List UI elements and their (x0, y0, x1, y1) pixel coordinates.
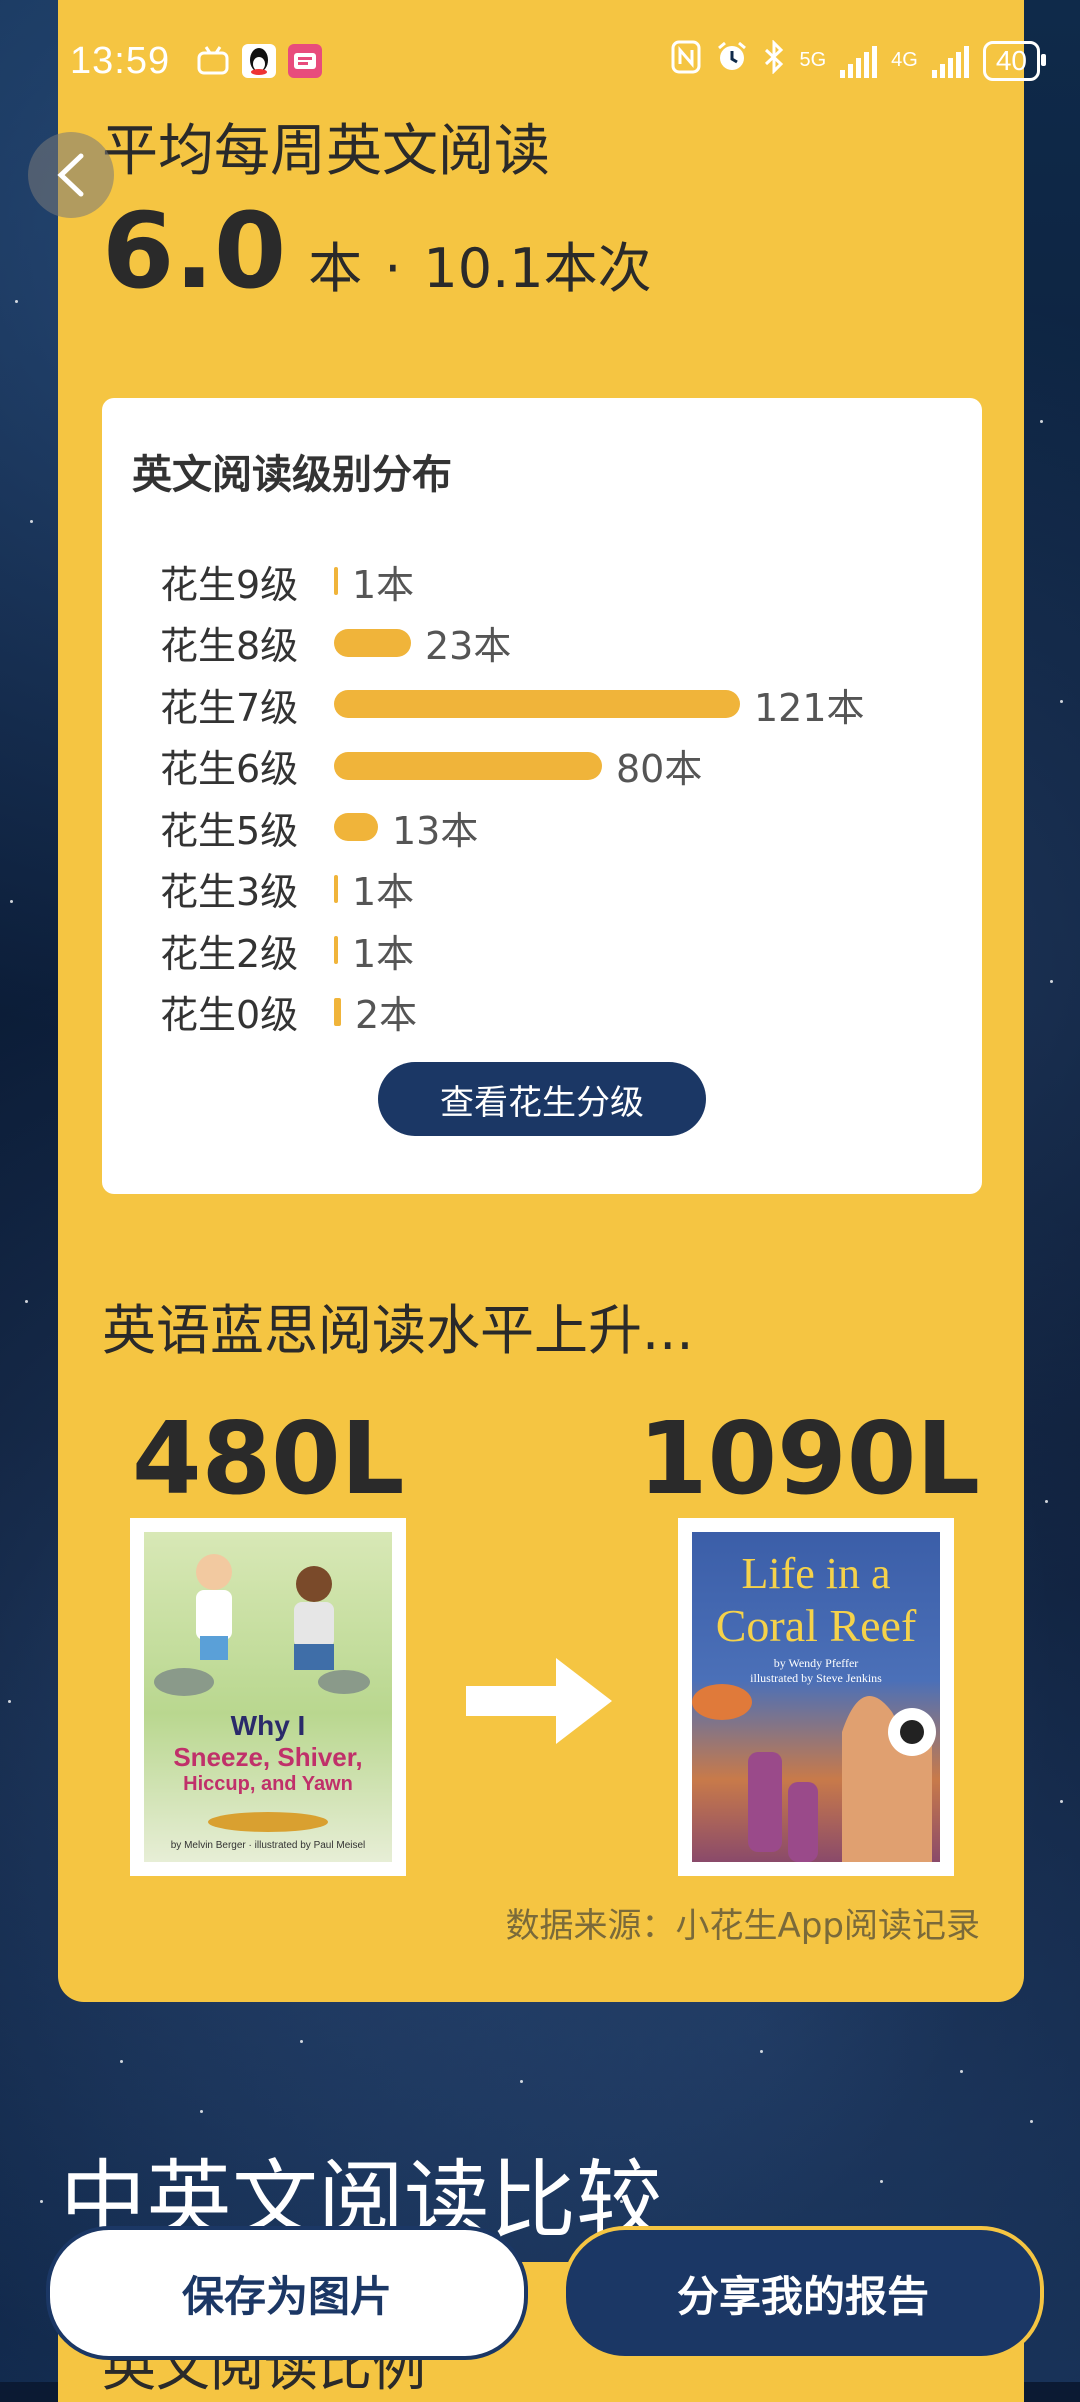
signal-4g-icon (931, 44, 969, 78)
lexile-to-level: 1090L (637, 1400, 980, 1517)
signal-4g-label: 4G (891, 49, 918, 71)
save-image-button[interactable]: 保存为图片 (46, 2226, 528, 2360)
star (25, 1300, 28, 1303)
star (1060, 700, 1063, 703)
level-row: 花生8级 23本 (160, 618, 511, 668)
star (40, 2200, 43, 2203)
star (1050, 980, 1053, 983)
app-notification-icon (288, 44, 322, 78)
level-row: 花生2级 1本 (160, 925, 415, 976)
level-bar (334, 628, 411, 657)
level-row: 花生3级 1本 (160, 864, 414, 914)
status-time: 13:59 (70, 40, 171, 82)
signal-5g-icon (840, 44, 878, 78)
bluetooth-icon (763, 39, 785, 81)
level-count: 121本 (754, 685, 865, 730)
from-book-title-line2: Sneeze, Shiver, (173, 1742, 363, 1772)
notification-icons (196, 44, 322, 78)
alarm-icon (715, 40, 749, 81)
level-bar (334, 997, 341, 1026)
level-distribution-title: 英文阅读级别分布 (132, 452, 452, 498)
lexile-from-level: 480L (132, 1400, 405, 1517)
star (120, 2060, 123, 2063)
star (8, 1700, 11, 1703)
to-book-title-line1: Life in a (741, 1549, 891, 1598)
battery-indicator: 40 (982, 40, 1047, 81)
level-count: 23本 (425, 624, 512, 668)
level-label: 花生6级 (160, 747, 299, 791)
qq-icon (242, 44, 276, 78)
star (10, 900, 13, 903)
level-label: 花生8级 (160, 624, 299, 668)
level-bar (334, 690, 740, 718)
level-count: 1本 (352, 562, 415, 607)
star (1060, 1800, 1063, 1803)
chevron-left-icon (57, 153, 84, 197)
from-book-credit: by Melvin Berger · illustrated by Paul M… (170, 1840, 366, 1851)
share-report-button[interactable]: 分享我的报告 (562, 2226, 1044, 2360)
level-row: 花生0级 2本 (160, 987, 417, 1037)
view-levels-button[interactable]: 查看花生分级 (378, 1062, 706, 1136)
status-bar: 13:59 5G 4G 40 (0, 0, 1080, 120)
star (760, 2050, 763, 2053)
star (1045, 1500, 1048, 1503)
weekly-reading-stats: 6.0 本 · 10.1本次 (102, 190, 652, 312)
level-count: 1本 (352, 931, 415, 976)
star (15, 300, 18, 303)
star (1040, 420, 1043, 423)
star (200, 2110, 203, 2113)
star (300, 2040, 303, 2043)
level-count: 80本 (616, 747, 703, 791)
level-label: 花生9级 (160, 562, 299, 607)
level-label: 花生7级 (160, 685, 299, 730)
signal-5g-label: 5G (799, 49, 827, 71)
from-book-title-line1: Why I (230, 1710, 306, 1741)
lexile-heading: 英语蓝思阅读水平上升... (102, 1299, 694, 1362)
level-count: 13本 (392, 808, 479, 853)
level-row: 花生5级 13本 (160, 802, 479, 853)
level-bar (334, 751, 602, 780)
to-book-credit1: by Wendy Pfeffer (773, 1656, 859, 1670)
level-label: 花生2级 (160, 931, 299, 976)
level-bar (334, 874, 338, 903)
report-card: 平均每周英文阅读 6.0 本 · 10.1本次 英文阅读级别分布 花生9级 1本花… (58, 0, 1024, 2002)
level-distribution-panel: 英文阅读级别分布 花生9级 1本 花生8级 23本 花生7级 121本 花生6级 80本 花生5… (102, 398, 982, 1194)
star (1030, 2120, 1033, 2123)
to-book-credit2: illustrated by Steve Jenkins (750, 1671, 882, 1685)
from-book-cover: Why I Sneeze, Shiver, Hiccup, and Yawn b… (130, 1518, 406, 1876)
star (30, 520, 33, 523)
level-bar (334, 567, 338, 595)
level-bar (334, 813, 378, 841)
progress-arrow-icon (466, 1658, 612, 1748)
battery-level: 40 (995, 44, 1027, 76)
bilibili-tv-icon (196, 44, 230, 78)
back-button[interactable] (28, 132, 114, 218)
to-book-cover: Life in a Coral Reef by Wendy Pfeffer il… (678, 1518, 954, 1876)
level-row: 花生9级 1本 (160, 556, 415, 607)
to-book-title-line2: Coral Reef (715, 1600, 917, 1651)
stats-separator: · (384, 237, 402, 300)
books-per-week-value: 6.0 (102, 190, 287, 312)
reading-sessions-value: 10.1本次 (423, 237, 652, 300)
nfc-icon (671, 40, 701, 81)
level-label: 花生3级 (160, 870, 299, 914)
level-label: 花生0级 (160, 993, 299, 1037)
level-count: 1本 (352, 870, 415, 914)
books-unit: 本 (308, 237, 363, 300)
level-row: 花生6级 80本 (160, 741, 702, 791)
star (520, 2080, 523, 2083)
star (960, 2070, 963, 2073)
level-bar (334, 936, 338, 964)
from-book-title-line3: Hiccup, and Yawn (183, 1773, 353, 1795)
data-source-note: 数据来源：小花生App阅读记录 (505, 1906, 980, 1946)
level-row: 花生7级 121本 (160, 679, 865, 730)
star (880, 2180, 883, 2183)
level-label: 花生5级 (160, 808, 299, 853)
level-count: 2本 (355, 993, 418, 1037)
status-right: 5G 4G 40 (671, 39, 1047, 81)
